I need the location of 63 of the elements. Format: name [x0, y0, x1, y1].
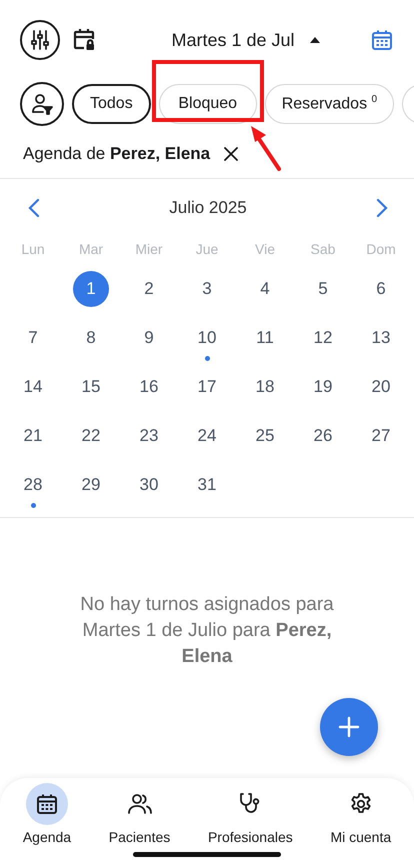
calendar-lock-icon[interactable] — [72, 27, 96, 53]
calendar-day[interactable]: 21 — [15, 418, 51, 454]
filter-chip[interactable]: Reservados $^{0}$ — [264, 84, 394, 124]
calendar-day[interactable]: 8 — [73, 320, 109, 356]
calendar-day[interactable]: 10 — [189, 320, 225, 356]
user-filter-icon — [30, 92, 54, 116]
calendar-day[interactable]: 3 — [189, 270, 225, 306]
calendar-day[interactable]: 29 — [73, 466, 109, 502]
calendar-day[interactable]: 27 — [363, 418, 399, 454]
calendar-day[interactable]: 26 — [305, 418, 341, 454]
date-picker-button[interactable]: Martes 1 de Jul — [134, 30, 358, 50]
calendar-day[interactable]: 17 — [189, 368, 225, 404]
calendar-day[interactable]: 31 — [189, 466, 225, 502]
calendar-day[interactable]: 9 — [131, 320, 167, 356]
weekday-label: Vie — [254, 240, 276, 259]
settings-icon — [348, 792, 373, 816]
calendar-day[interactable]: 22 — [73, 418, 109, 454]
calendar-day[interactable]: 14 — [15, 368, 51, 404]
sliders-icon — [30, 29, 50, 51]
weekday-label: Lun — [20, 240, 46, 259]
calendar-icon — [34, 792, 59, 816]
add-button[interactable] — [320, 698, 378, 756]
calendar-day[interactable]: 13 — [363, 320, 399, 356]
nav-tab[interactable]: Mi cuenta — [330, 783, 392, 845]
calendar-day[interactable]: 24 — [189, 418, 225, 454]
annotation-arrow — [248, 124, 284, 172]
nav-tab[interactable]: Profesionales — [208, 783, 293, 845]
filter-chip[interactable]: Todos — [72, 84, 151, 124]
calendar-day[interactable]: 23 — [131, 418, 167, 454]
plus-icon — [338, 716, 360, 738]
calendar-day[interactable]: 6 — [363, 270, 399, 306]
calendar-day[interactable]: 25 — [247, 418, 283, 454]
people-icon — [126, 792, 153, 816]
nav-tab[interactable]: Pacientes — [108, 783, 170, 845]
empty-state-message: No hay turnos asignados para Martes 1 de Julio para Perez, Elena — [79, 593, 335, 669]
calendar-day[interactable]: 12 — [305, 320, 341, 356]
weekday-label: Mar — [78, 240, 104, 259]
weekday-label: Jue — [194, 240, 220, 259]
calendar-day[interactable]: 28 — [15, 466, 51, 502]
settings-sliders-button[interactable] — [20, 20, 60, 60]
calendar-day[interactable]: 4 — [247, 270, 283, 306]
month-title: Julio 2025 — [169, 198, 247, 218]
weekday-label: Sab — [310, 240, 336, 259]
filter-chip[interactable]: Bloqueo — [158, 84, 257, 124]
weekday-label: Mier — [134, 240, 164, 259]
calendar-day[interactable]: 16 — [131, 368, 167, 404]
previous-month-icon[interactable] — [28, 198, 40, 218]
calendar-day[interactable]: 20 — [363, 368, 399, 404]
close-icon[interactable] — [224, 147, 238, 161]
calendar-day[interactable]: 7 — [15, 320, 51, 356]
next-month-icon[interactable] — [376, 198, 388, 218]
calendar-day[interactable]: 18 — [247, 368, 283, 404]
agenda-owner-label: Agenda de Perez, Elena — [23, 144, 210, 164]
calendar-day[interactable]: 15 — [73, 368, 109, 404]
calendar-day[interactable]: 30 — [131, 466, 167, 502]
weekday-label: Dom — [365, 240, 397, 259]
calendar-day[interactable]: 11 — [247, 320, 283, 356]
user-filter-button[interactable] — [20, 82, 64, 126]
calendar-day[interactable]: 5 — [305, 270, 341, 306]
calendar-day[interactable]: 1 — [73, 270, 109, 306]
calendar-day[interactable]: 2 — [131, 270, 167, 306]
calendar-icon[interactable] — [370, 28, 394, 52]
calendar-day[interactable]: 19 — [305, 368, 341, 404]
